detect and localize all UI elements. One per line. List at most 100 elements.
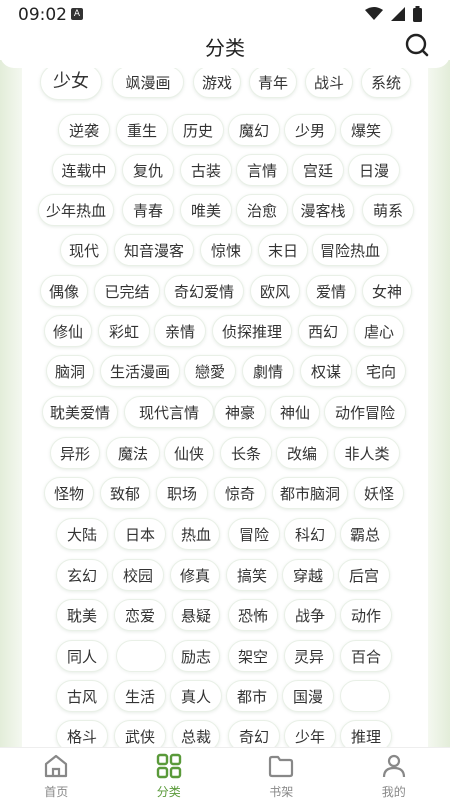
category-tag[interactable]: 动作冒险 <box>324 396 406 428</box>
category-tag[interactable]: 职场 <box>156 477 208 509</box>
category-tag[interactable]: 长条 <box>220 437 272 469</box>
tab-category[interactable]: 分类 <box>113 748 226 800</box>
category-tag[interactable]: 萌系 <box>362 194 414 226</box>
category-tag[interactable]: 游戏 <box>193 66 241 98</box>
status-bar: 09:02 A <box>0 0 450 30</box>
category-tag[interactable]: 侦探推理 <box>212 315 292 347</box>
category-tag[interactable]: 霸总 <box>340 518 390 550</box>
category-tag[interactable]: 恋爱 <box>114 599 166 631</box>
category-tag[interactable]: 魔法 <box>106 437 160 469</box>
search-icon[interactable] <box>404 32 430 58</box>
category-tag[interactable]: 灵异 <box>284 640 334 672</box>
category-tag[interactable]: 架空 <box>228 640 278 672</box>
category-tag[interactable]: 仙侠 <box>164 437 214 469</box>
category-tag[interactable]: 励志 <box>172 640 220 672</box>
category-tag[interactable]: 耽美爱情 <box>42 396 118 428</box>
category-tag[interactable]: 惊奇 <box>214 477 266 509</box>
category-tag[interactable]: 戀愛 <box>184 355 236 387</box>
category-tag[interactable]: 动作 <box>340 599 392 631</box>
category-tag[interactable]: 历史 <box>172 114 224 146</box>
category-tag[interactable]: 冒险热血 <box>312 234 388 266</box>
category-tag[interactable]: 都市 <box>226 680 278 712</box>
category-tag[interactable]: 彩虹 <box>98 315 150 347</box>
category-tag[interactable]: 少女 <box>40 64 102 100</box>
category-tag[interactable]: 神仙 <box>270 396 320 428</box>
category-tag[interactable]: 战争 <box>284 599 336 631</box>
category-tag[interactable]: 已完结 <box>94 275 160 307</box>
empty-category-tag[interactable] <box>340 680 390 712</box>
category-tag[interactable]: 知音漫客 <box>114 234 194 266</box>
empty-category-tag[interactable] <box>116 640 166 672</box>
category-tag[interactable]: 重生 <box>116 114 168 146</box>
category-tag[interactable]: 权谋 <box>300 355 352 387</box>
category-tag[interactable]: 奇幻爱情 <box>164 275 244 307</box>
tab-profile[interactable]: 我的 <box>338 748 450 800</box>
category-tag[interactable]: 生活 <box>114 680 166 712</box>
category-tag[interactable]: 古装 <box>180 154 232 186</box>
category-tag[interactable]: 少男 <box>284 114 336 146</box>
category-tag[interactable]: 修仙 <box>44 315 92 347</box>
category-tag[interactable]: 异形 <box>50 437 100 469</box>
category-tag[interactable]: 末日 <box>258 234 308 266</box>
category-tag[interactable]: 冒险 <box>228 518 280 550</box>
category-tag[interactable]: 热血 <box>172 518 220 550</box>
category-tag[interactable]: 生活漫画 <box>100 355 180 387</box>
category-tag[interactable]: 西幻 <box>298 315 348 347</box>
category-tag[interactable]: 国漫 <box>282 680 334 712</box>
category-tag[interactable]: 怪物 <box>44 477 94 509</box>
category-tag[interactable]: 少年热血 <box>38 194 114 226</box>
category-tag[interactable]: 玄幻 <box>56 559 108 591</box>
category-tag[interactable]: 改编 <box>276 437 328 469</box>
category-tag[interactable]: 恐怖 <box>228 599 278 631</box>
category-tag[interactable]: 非人类 <box>334 437 400 469</box>
category-tag[interactable]: 百合 <box>340 640 392 672</box>
category-tag[interactable]: 古风 <box>56 680 108 712</box>
category-tag[interactable]: 脑洞 <box>46 355 94 387</box>
category-tag[interactable]: 青春 <box>122 194 174 226</box>
category-tag[interactable]: 都市脑洞 <box>272 477 348 509</box>
category-tag[interactable]: 同人 <box>56 640 108 672</box>
category-tag[interactable]: 现代 <box>60 234 108 266</box>
category-tag[interactable]: 穿越 <box>282 559 334 591</box>
category-tag[interactable]: 女神 <box>362 275 412 307</box>
category-tag[interactable]: 神豪 <box>214 396 266 428</box>
tab-bookshelf[interactable]: 书架 <box>225 748 338 800</box>
category-tag[interactable]: 飒漫画 <box>112 66 184 98</box>
category-tag[interactable]: 日漫 <box>348 154 400 186</box>
category-tag[interactable]: 言情 <box>236 154 288 186</box>
category-tag[interactable]: 漫客栈 <box>292 194 354 226</box>
category-tag[interactable]: 科幻 <box>284 518 336 550</box>
category-tag[interactable]: 爆笑 <box>340 114 392 146</box>
category-tag[interactable]: 虐心 <box>354 315 404 347</box>
category-tag[interactable]: 大陆 <box>56 518 108 550</box>
category-tag[interactable]: 修真 <box>170 559 220 591</box>
category-tag[interactable]: 惊悚 <box>200 234 252 266</box>
category-tag[interactable]: 后宫 <box>338 559 390 591</box>
category-tag[interactable]: 连载中 <box>52 154 116 186</box>
category-tag[interactable]: 欧风 <box>250 275 300 307</box>
category-tag[interactable]: 搞笑 <box>226 559 278 591</box>
category-tag[interactable]: 现代言情 <box>124 396 214 428</box>
category-tag[interactable]: 日本 <box>114 518 166 550</box>
category-tag[interactable]: 唯美 <box>180 194 232 226</box>
category-tag[interactable]: 宫廷 <box>292 154 344 186</box>
category-tag[interactable]: 魔幻 <box>228 114 280 146</box>
category-tag[interactable]: 战斗 <box>305 66 353 98</box>
category-tag[interactable]: 致郁 <box>100 477 150 509</box>
category-tag[interactable]: 逆袭 <box>58 114 110 146</box>
category-tag[interactable]: 爱情 <box>306 275 356 307</box>
category-tag[interactable]: 真人 <box>170 680 222 712</box>
category-tag[interactable]: 治愈 <box>236 194 288 226</box>
category-tag[interactable]: 系统 <box>361 66 411 98</box>
tab-home[interactable]: 首页 <box>0 748 113 800</box>
category-tag[interactable]: 悬疑 <box>172 599 220 631</box>
category-tag[interactable]: 偶像 <box>40 275 88 307</box>
category-tag[interactable]: 校园 <box>112 559 164 591</box>
category-tag[interactable]: 妖怪 <box>354 477 404 509</box>
category-tag[interactable]: 青年 <box>249 66 297 98</box>
category-tag[interactable]: 耽美 <box>56 599 108 631</box>
category-tag[interactable]: 宅向 <box>356 355 406 387</box>
category-tag[interactable]: 劇情 <box>242 355 294 387</box>
category-tag[interactable]: 亲情 <box>154 315 206 347</box>
category-tag[interactable]: 复仇 <box>122 154 174 186</box>
